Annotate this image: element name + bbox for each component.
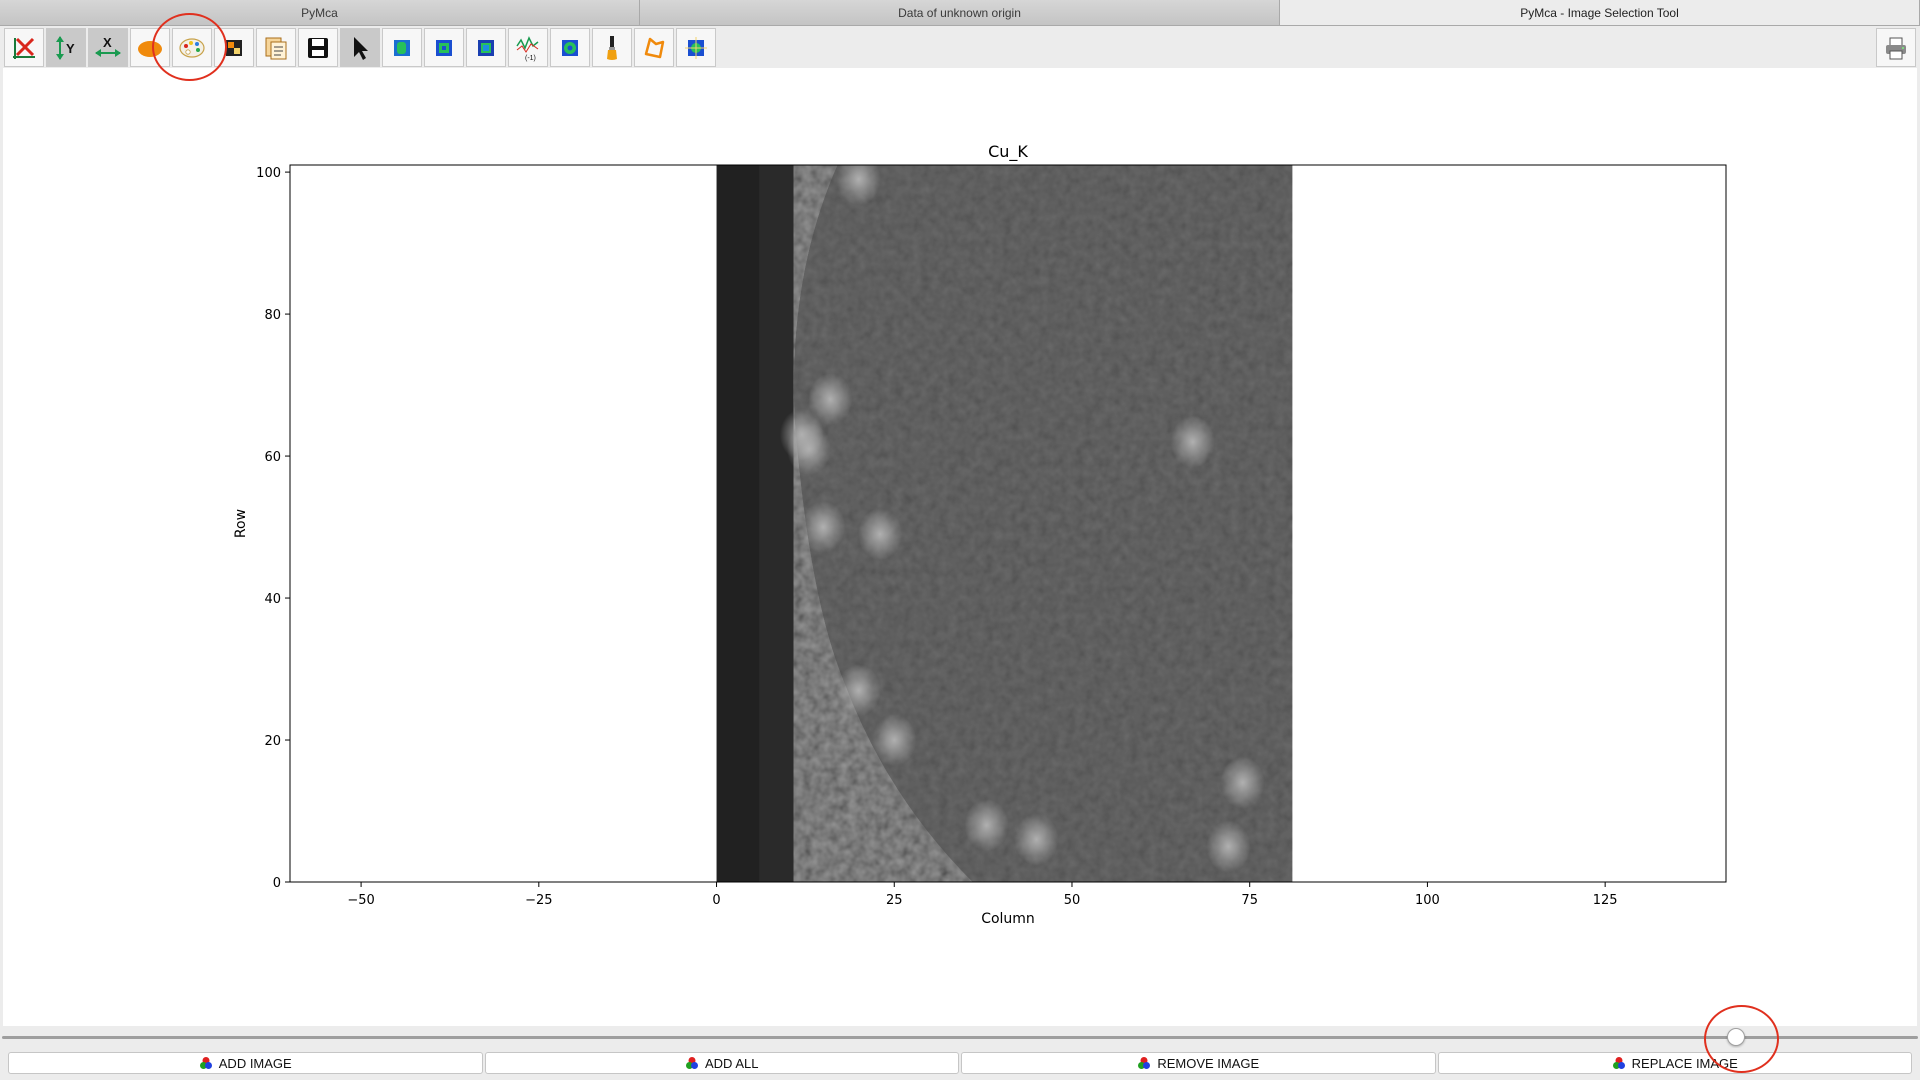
image-background-icon [220, 34, 248, 62]
y-tick-label: 40 [264, 592, 281, 607]
x-tick-label: 0 [712, 893, 720, 908]
remove-image-button[interactable]: REMOVE IMAGE [961, 1052, 1436, 1074]
replace-image-button[interactable]: REPLACE IMAGE [1438, 1052, 1913, 1074]
bright-spot [1221, 757, 1265, 809]
add-image-button[interactable]: ADD IMAGE [8, 1052, 483, 1074]
x-tick-label: −50 [347, 893, 374, 908]
y-autoscale-button[interactable]: Y [46, 28, 86, 67]
x-tick-label: 125 [1593, 893, 1618, 908]
tab-pymca[interactable]: PyMca [0, 0, 640, 25]
additional-selection-icon [682, 34, 710, 62]
colormap-icon [178, 34, 206, 62]
print-button[interactable] [1876, 28, 1916, 67]
y-tick-label: 60 [264, 450, 281, 465]
x-tick-label: −25 [525, 893, 552, 908]
image-background-button[interactable] [214, 28, 254, 67]
graph-toolbar: Y X (-1) [0, 26, 1920, 68]
heatmap-image [717, 153, 1293, 882]
profile-button[interactable]: (-1) [508, 28, 548, 67]
aspect-ratio-icon [136, 34, 164, 62]
y-tick-label: 100 [256, 166, 281, 181]
bright-spot [872, 714, 916, 766]
bright-spot [1206, 821, 1250, 873]
x-autoscale-button[interactable]: X [88, 28, 128, 67]
save-icon [304, 34, 332, 62]
bright-spot [780, 409, 824, 461]
colormap-button[interactable] [172, 28, 212, 67]
add-image-label: ADD IMAGE [219, 1056, 292, 1071]
y-tick-label: 20 [264, 734, 281, 749]
flip-image-button[interactable] [424, 28, 464, 67]
x-tick-label: 25 [886, 893, 903, 908]
x-tick-label: 75 [1241, 893, 1258, 908]
rectangle-roi-icon [388, 34, 416, 62]
window-tab-bar: PyMca Data of unknown origin PyMca - Ima… [0, 0, 1920, 26]
add-all-button[interactable]: ADD ALL [485, 1052, 960, 1074]
slider-handle[interactable] [1727, 1028, 1745, 1046]
polygon-button[interactable] [634, 28, 674, 67]
x-axis-label: Column [981, 911, 1035, 927]
y-axis-label: Row [233, 509, 249, 538]
bright-spot [858, 508, 902, 560]
reset-zoom-icon [10, 34, 38, 62]
pointer-icon [346, 34, 374, 62]
polygon-icon [640, 34, 668, 62]
rgb-icon [685, 1056, 699, 1070]
image-slider[interactable] [0, 1026, 1920, 1048]
additional-selection-button[interactable] [676, 28, 716, 67]
tab-data-of-unknown-origin[interactable]: Data of unknown origin [640, 0, 1280, 25]
bright-spot [965, 799, 1009, 851]
replace-image-label: REPLACE IMAGE [1632, 1056, 1738, 1071]
copy-to-clipboard-icon [262, 34, 290, 62]
save-button[interactable] [298, 28, 338, 67]
brush-button[interactable] [592, 28, 632, 67]
x-axis: −50 −25 0 25 50 75 100 125 [347, 882, 1617, 908]
svg-text:X: X [103, 35, 112, 50]
printer-icon [1882, 34, 1910, 62]
y-autoscale-icon: Y [52, 34, 80, 62]
pointer-mode-button[interactable] [340, 28, 380, 67]
bright-spot [1171, 416, 1215, 468]
tab-image-selection-tool[interactable]: PyMca - Image Selection Tool [1280, 0, 1920, 25]
image-plot[interactable]: −50 −25 0 25 50 75 100 125 0 20 40 60 80 100 Cu_K Co… [3, 68, 1917, 1026]
ellipse-roi-button[interactable] [550, 28, 590, 67]
rectangle-roi-button[interactable] [382, 28, 422, 67]
svg-text:Y: Y [66, 41, 75, 56]
x-autoscale-icon: X [94, 34, 122, 62]
reset-zoom-button[interactable] [4, 28, 44, 67]
rotate-image-button[interactable] [466, 28, 506, 67]
add-all-label: ADD ALL [705, 1056, 758, 1071]
bright-spot [1014, 813, 1058, 865]
slider-track[interactable] [2, 1036, 1918, 1039]
y-axis: 0 20 40 60 80 100 [256, 166, 290, 891]
shadow-strip [717, 165, 760, 882]
bright-spot [801, 501, 845, 553]
bright-spot [837, 153, 881, 205]
aspect-ratio-button[interactable] [130, 28, 170, 67]
y-tick-label: 80 [264, 308, 281, 323]
rgb-icon [199, 1056, 213, 1070]
copy-to-clipboard-button[interactable] [256, 28, 296, 67]
plot-area[interactable]: −50 −25 0 25 50 75 100 125 0 20 40 60 80 100 Cu_K Co… [3, 68, 1917, 1026]
x-tick-label: 50 [1064, 893, 1081, 908]
rgb-icon [1137, 1056, 1151, 1070]
rgb-icon [1612, 1056, 1626, 1070]
flip-image-icon [430, 34, 458, 62]
profile-icon: (-1) [514, 34, 542, 62]
remove-image-label: REMOVE IMAGE [1157, 1056, 1259, 1071]
bright-spot [837, 664, 881, 716]
x-tick-label: 100 [1415, 893, 1440, 908]
action-button-bar: ADD IMAGE ADD ALL REMOVE IMAGE REPLACE I… [0, 1048, 1920, 1080]
rotate-image-icon [472, 34, 500, 62]
svg-text:(-1): (-1) [525, 55, 536, 62]
chart-title: Cu_K [988, 142, 1028, 162]
ellipse-roi-icon [556, 34, 584, 62]
brush-icon [598, 34, 626, 62]
y-tick-label: 0 [273, 876, 281, 891]
